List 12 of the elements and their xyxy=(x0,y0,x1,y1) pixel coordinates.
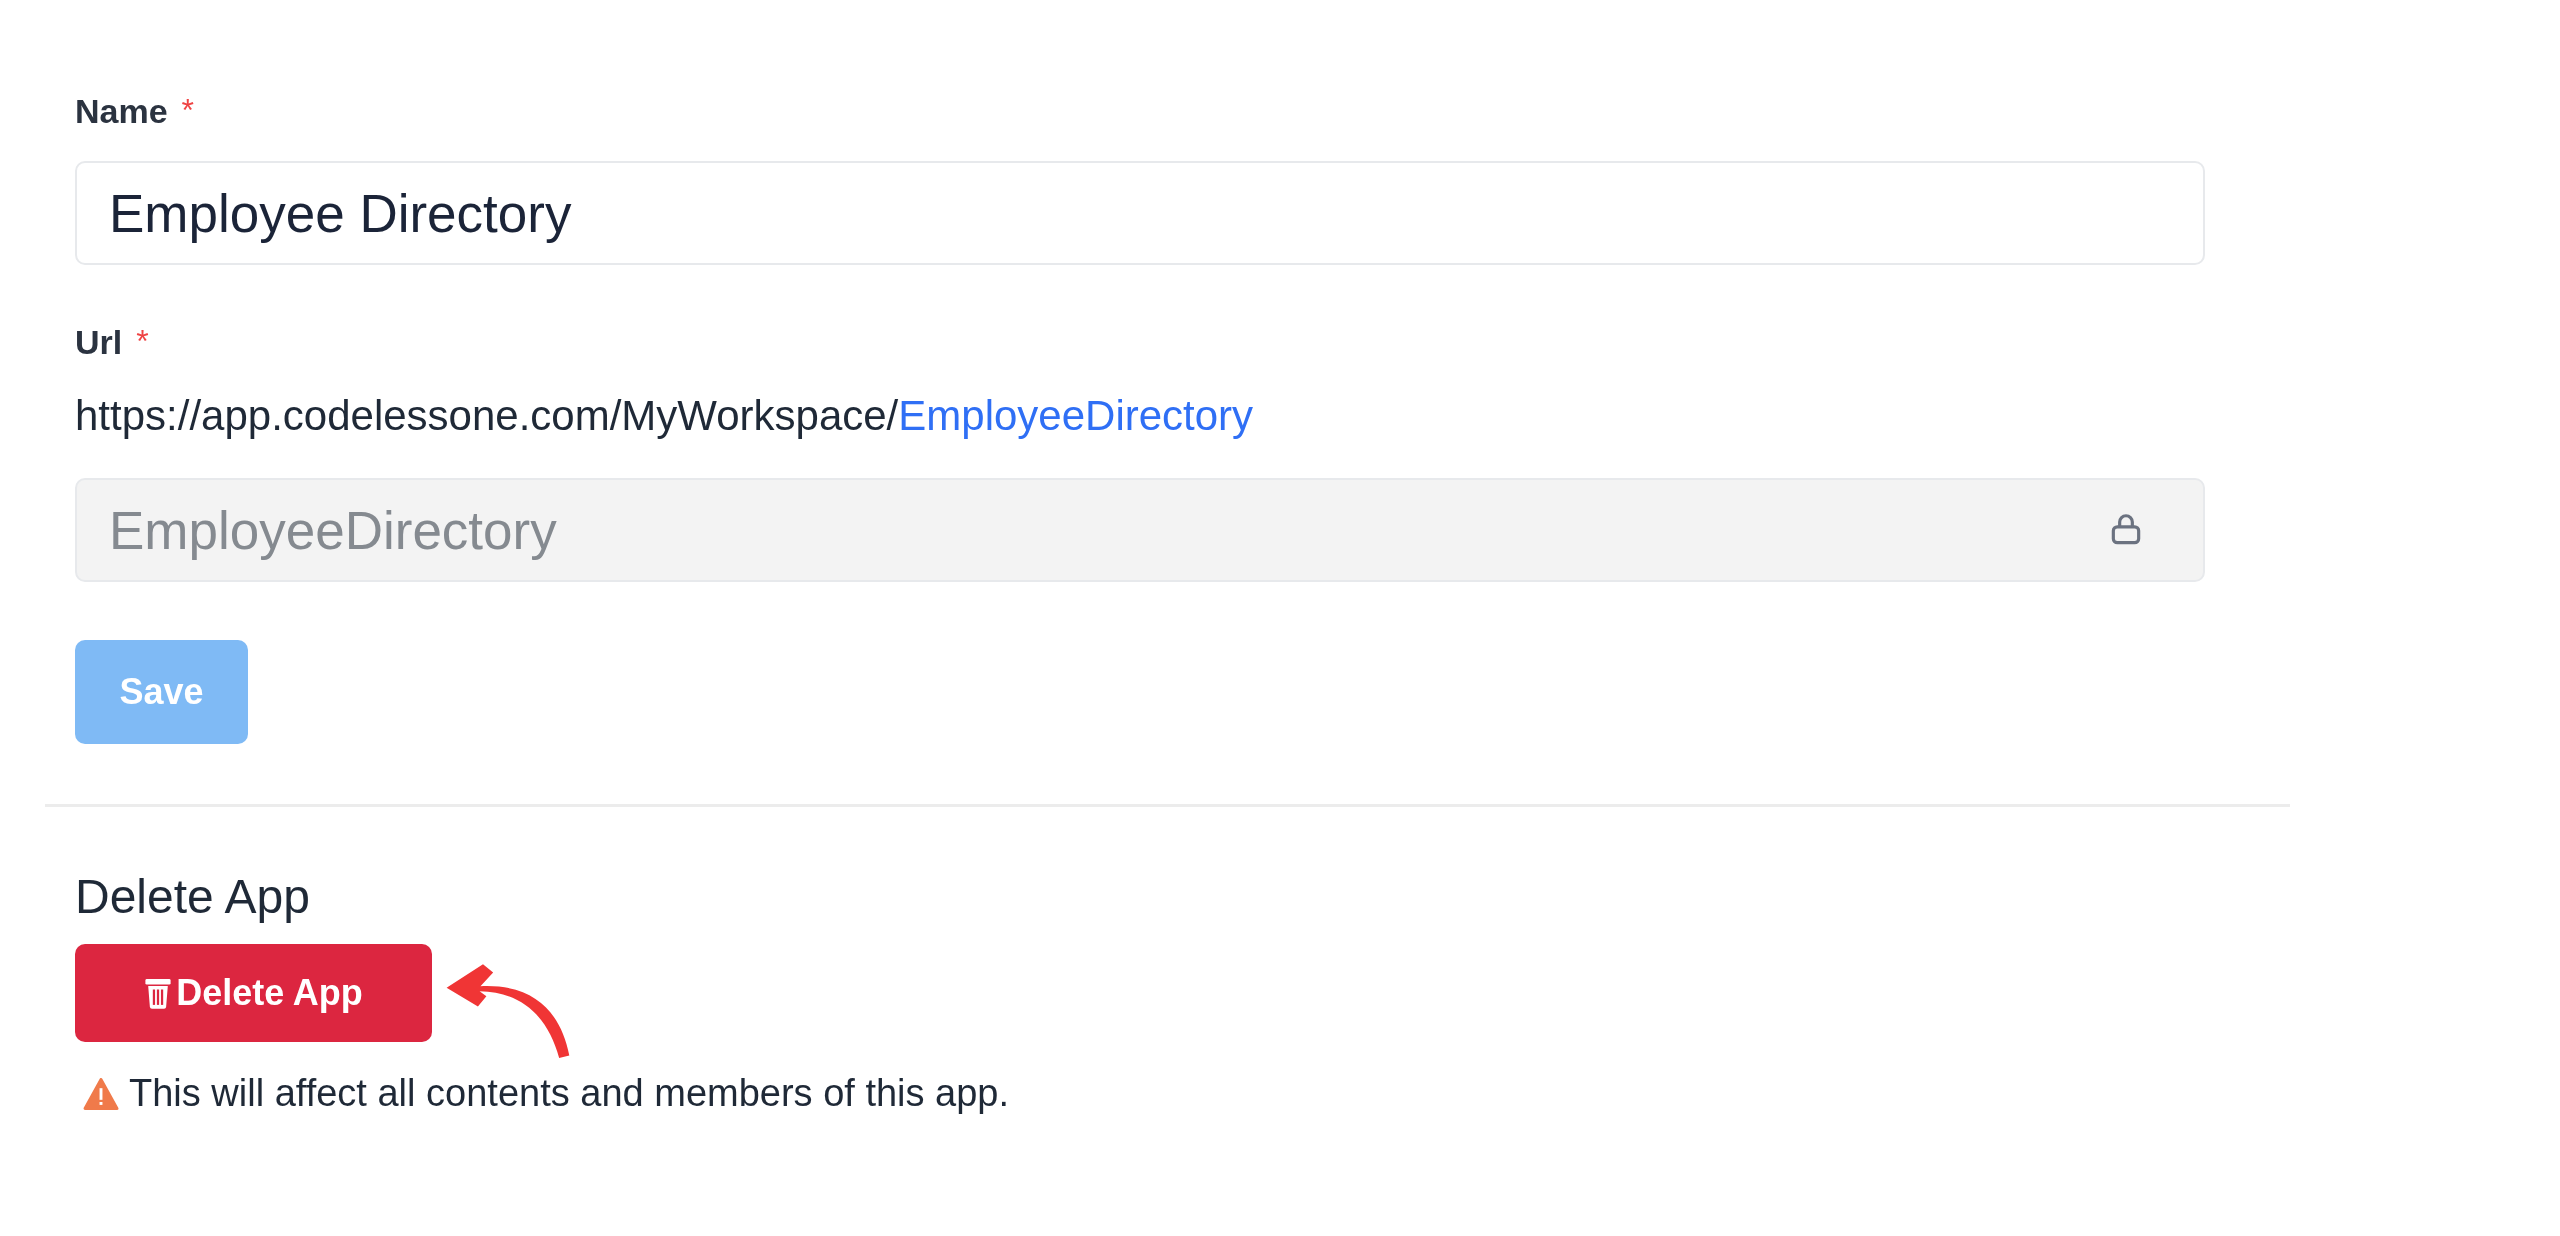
section-heading: Delete App xyxy=(75,869,311,924)
field-label: Url xyxy=(75,323,123,362)
required-mark: * xyxy=(181,92,195,129)
delete-button[interactable]: Delete App xyxy=(75,944,432,1042)
text-field[interactable]: Employee Directory xyxy=(75,161,2205,265)
trash-icon xyxy=(144,976,173,1010)
field-label: Name xyxy=(75,92,168,131)
required-mark: * xyxy=(136,323,149,360)
warning-icon xyxy=(83,1077,119,1110)
url-preview: https://app.codelessone.com/MyWorkspace/EmployeeDirectory xyxy=(75,392,1255,440)
warning-text: This will affect all contents and members of this app. xyxy=(129,1072,1010,1115)
text-field[interactable]: EmployeeDirectory xyxy=(75,478,2205,582)
